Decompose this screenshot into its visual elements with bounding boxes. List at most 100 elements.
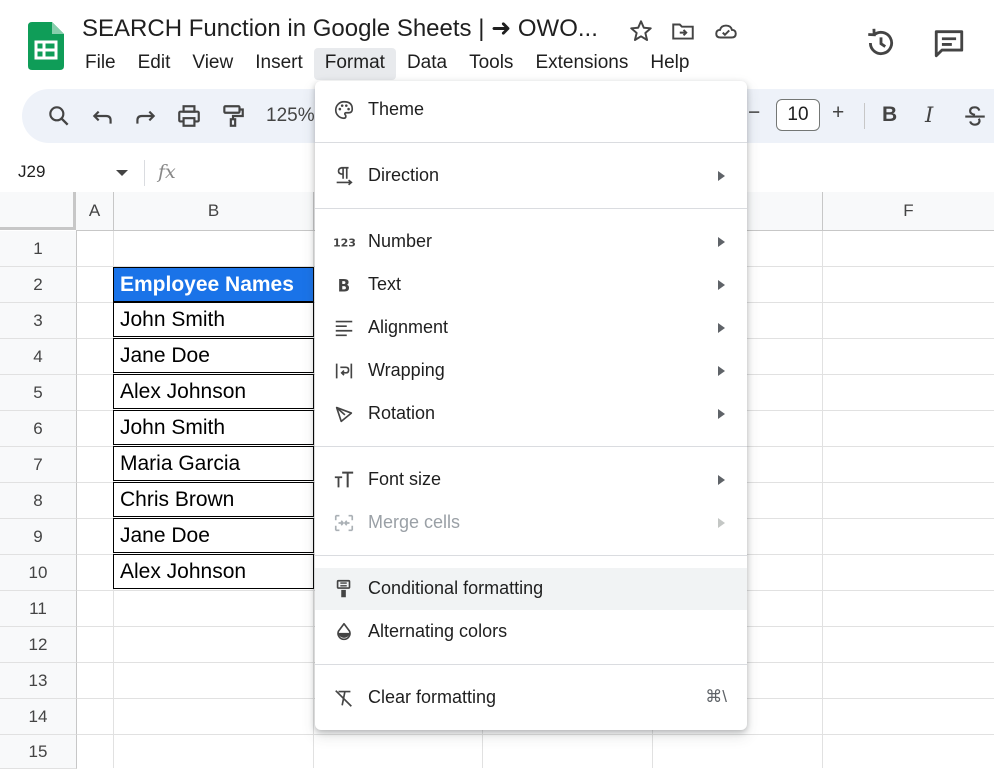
name-box-dropdown-icon[interactable] <box>116 170 128 176</box>
cloud-saved-icon[interactable] <box>713 18 739 44</box>
strikethrough-icon[interactable] <box>962 103 988 129</box>
font-size-icon <box>333 469 355 491</box>
submenu-arrow-icon <box>718 280 725 290</box>
row-header[interactable]: 6 <box>0 411 77 447</box>
italic-button[interactable]: I <box>925 103 933 127</box>
fx-icon: fx <box>158 161 176 183</box>
column-header-f[interactable]: F <box>823 192 994 231</box>
row-header[interactable]: 9 <box>0 519 77 555</box>
menu-bar: File Edit View Insert Format Data Tools … <box>74 48 700 80</box>
menu-extensions[interactable]: Extensions <box>524 48 639 80</box>
name-box[interactable]: J29 <box>18 162 45 182</box>
menu-item-number[interactable]: 123 Number <box>315 221 747 263</box>
grid-line <box>822 230 823 768</box>
row-header[interactable]: 11 <box>0 591 77 627</box>
svg-text:B: B <box>338 276 351 295</box>
submenu-arrow-icon <box>718 171 725 181</box>
menu-insert[interactable]: Insert <box>244 48 314 80</box>
menu-divider <box>315 446 747 447</box>
menu-item-rotation[interactable]: Rotation <box>315 393 747 435</box>
menu-item-label: Wrapping <box>368 360 445 380</box>
menu-item-label: Alignment <box>368 317 449 337</box>
format-dropdown-menu: Theme Direction 123 Number B Text Alignm… <box>315 81 747 730</box>
menu-tools[interactable]: Tools <box>458 48 524 80</box>
table-cell[interactable]: Alex Johnson <box>113 374 314 409</box>
undo-icon[interactable] <box>90 103 116 129</box>
bold-text-icon: B <box>333 274 355 296</box>
menu-item-direction[interactable]: Direction <box>315 155 747 197</box>
menu-view[interactable]: View <box>181 48 244 80</box>
search-menus-icon[interactable] <box>46 103 72 129</box>
row-header[interactable]: 12 <box>0 627 77 663</box>
decrease-font-size-button[interactable]: − <box>748 101 760 125</box>
font-size-input[interactable]: 10 <box>776 99 820 131</box>
star-icon[interactable] <box>628 18 654 44</box>
menu-divider <box>315 664 747 665</box>
row-header[interactable]: 5 <box>0 375 77 411</box>
row-header[interactable]: 3 <box>0 303 77 339</box>
menu-format[interactable]: Format <box>313 48 396 80</box>
row-header[interactable]: 1 <box>0 231 77 267</box>
menu-item-label: Merge cells <box>368 512 461 532</box>
column-header-b[interactable]: B <box>114 192 314 231</box>
menu-item-text[interactable]: B Text <box>315 264 747 306</box>
row-header[interactable]: 13 <box>0 663 77 699</box>
table-cell[interactable]: John Smith <box>113 302 314 337</box>
menu-file[interactable]: File <box>74 48 127 80</box>
menu-item-wrapping[interactable]: Wrapping <box>315 350 747 392</box>
keyboard-shortcut: ⌘\ <box>705 687 727 706</box>
menu-item-label: Clear formatting <box>368 687 497 707</box>
submenu-arrow-icon <box>718 366 725 376</box>
version-history-icon[interactable] <box>864 26 898 60</box>
column-header-a[interactable]: A <box>76 192 114 231</box>
row-header[interactable]: 15 <box>0 735 77 769</box>
row-header[interactable]: 8 <box>0 483 77 519</box>
clear-formatting-icon <box>333 687 355 709</box>
row-header[interactable]: 4 <box>0 339 77 375</box>
toolbar-divider <box>864 103 865 129</box>
menu-item-theme[interactable]: Theme <box>315 89 747 131</box>
menu-edit[interactable]: Edit <box>127 48 182 80</box>
increase-font-size-button[interactable]: + <box>832 101 844 125</box>
text-rotation-icon <box>333 403 355 425</box>
row-header[interactable]: 7 <box>0 447 77 483</box>
table-cell[interactable]: Jane Doe <box>113 518 314 553</box>
menu-item-merge-cells: Merge cells <box>315 502 747 544</box>
menu-item-label: Number <box>368 231 433 251</box>
menu-data[interactable]: Data <box>396 48 458 80</box>
employee-names-header-cell[interactable]: Employee Names <box>113 267 314 302</box>
table-cell[interactable]: Alex Johnson <box>113 554 314 589</box>
redo-icon[interactable] <box>132 103 158 129</box>
menu-item-conditional-formatting[interactable]: Conditional formatting <box>315 568 747 610</box>
table-cell[interactable]: John Smith <box>113 410 314 445</box>
bold-button[interactable]: B <box>882 103 897 127</box>
menu-item-alternating-colors[interactable]: Alternating colors <box>315 611 747 653</box>
zoom-select[interactable]: 125% <box>266 105 315 127</box>
move-to-folder-icon[interactable] <box>670 18 696 44</box>
menu-item-font-size[interactable]: Font size <box>315 459 747 501</box>
paint-format-icon[interactable] <box>220 103 246 129</box>
text-wrap-icon <box>333 360 355 382</box>
grid-line <box>76 734 994 735</box>
row-header[interactable]: 14 <box>0 699 77 735</box>
table-cell[interactable]: Jane Doe <box>113 338 314 373</box>
submenu-arrow-icon <box>718 237 725 247</box>
document-title[interactable]: SEARCH Function in Google Sheets | ➜ OWO… <box>82 14 598 43</box>
table-cell[interactable]: Maria Garcia <box>113 446 314 481</box>
submenu-arrow-icon <box>718 323 725 333</box>
menu-item-clear-formatting[interactable]: Clear formatting ⌘\ <box>315 677 747 719</box>
sheets-logo-icon[interactable] <box>28 22 64 70</box>
row-header[interactable]: 2 <box>0 267 77 303</box>
row-header[interactable]: 10 <box>0 555 77 591</box>
menu-help[interactable]: Help <box>639 48 700 80</box>
menu-item-alignment[interactable]: Alignment <box>315 307 747 349</box>
menu-divider <box>315 142 747 143</box>
print-icon[interactable] <box>176 103 202 129</box>
table-cell[interactable]: Chris Brown <box>113 482 314 517</box>
select-all-corner[interactable] <box>0 192 76 230</box>
menu-item-label: Font size <box>368 469 442 489</box>
color-fill-drop-icon <box>333 621 355 643</box>
number-format-icon: 123 <box>333 231 355 253</box>
align-left-icon <box>333 317 355 339</box>
comments-icon[interactable] <box>932 26 966 60</box>
